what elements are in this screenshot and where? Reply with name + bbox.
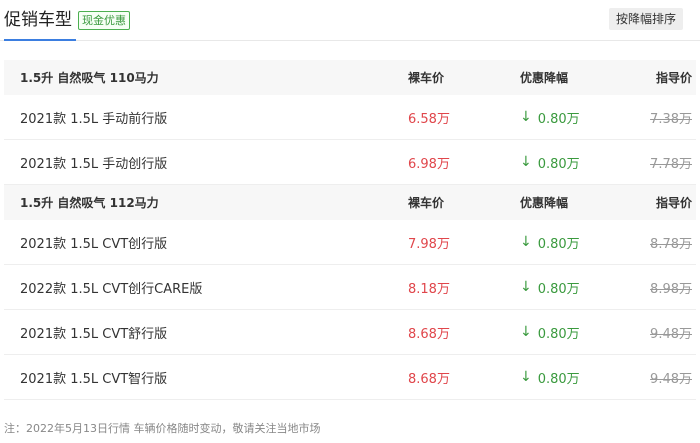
promo-header: 促销车型 现金优惠 按降幅排序: [0, 0, 700, 41]
col-header-price: 裸车价: [408, 71, 445, 85]
model-name: 2021款 1.5L CVT智行版: [20, 371, 168, 387]
discount-value: 0.80万: [537, 111, 580, 127]
tab-title: 促销车型: [4, 10, 72, 30]
discount: ↓ 0.80万: [520, 220, 580, 264]
down-arrow-icon: ↓: [520, 369, 532, 385]
down-arrow-icon: ↓: [520, 324, 532, 340]
discount: ↓ 0.80万: [520, 95, 580, 139]
bare-price: 6.98万: [408, 156, 450, 172]
table-row[interactable]: 2022款 1.5L CVT创行CARE版 8.18万 ↓ 0.80万 8.98万: [4, 265, 696, 310]
guide-price: 8.78万: [650, 236, 692, 252]
model-name: 2021款 1.5L CVT创行版: [20, 236, 168, 252]
down-arrow-icon: ↓: [520, 109, 532, 125]
down-arrow-icon: ↓: [520, 154, 532, 170]
discount: ↓ 0.80万: [520, 355, 580, 399]
bare-price: 7.98万: [408, 236, 450, 252]
discount: ↓ 0.80万: [520, 140, 580, 184]
discount: ↓ 0.80万: [520, 265, 580, 309]
table-row[interactable]: 2021款 1.5L CVT智行版 8.68万 ↓ 0.80万 9.48万: [4, 355, 696, 400]
discount-value: 0.80万: [537, 371, 580, 387]
group-header-112hp: 1.5升 自然吸气 112马力 裸车价 优惠降幅 指导价: [4, 185, 696, 220]
price-footnote: 注：2022年5月13日行情 车辆价格随时变动，敬请关注当地市场: [4, 422, 321, 435]
bare-price: 8.18万: [408, 281, 450, 297]
model-name: 2021款 1.5L 手动前行版: [20, 111, 168, 127]
sort-by-discount-button[interactable]: 按降幅排序: [608, 8, 683, 30]
table-row[interactable]: 2021款 1.5L 手动创行版 6.98万 ↓ 0.80万 7.78万: [4, 140, 696, 185]
model-name: 2021款 1.5L CVT舒行版: [20, 326, 168, 342]
discount-value: 0.80万: [537, 326, 580, 342]
col-header-discount: 优惠降幅: [520, 196, 569, 210]
group-header-110hp: 1.5升 自然吸气 110马力 裸车价 优惠降幅 指导价: [4, 60, 696, 95]
guide-price: 7.78万: [650, 156, 692, 172]
guide-price: 8.98万: [650, 281, 692, 297]
group-title: 1.5升 自然吸气 110马力: [20, 71, 159, 85]
bare-price: 6.58万: [408, 111, 450, 127]
guide-price: 7.38万: [650, 111, 692, 127]
tab-promo-models[interactable]: 促销车型: [4, 7, 76, 41]
promo-table: 1.5升 自然吸气 110马力 裸车价 优惠降幅 指导价 2021款 1.5L …: [4, 60, 696, 400]
col-header-discount: 优惠降幅: [520, 71, 569, 85]
down-arrow-icon: ↓: [520, 279, 532, 295]
table-row[interactable]: 2021款 1.5L 手动前行版 6.58万 ↓ 0.80万 7.38万: [4, 95, 696, 140]
col-header-price: 裸车价: [408, 196, 445, 210]
table-row[interactable]: 2021款 1.5L CVT舒行版 8.68万 ↓ 0.80万 9.48万: [4, 310, 696, 355]
discount-value: 0.80万: [537, 156, 580, 172]
down-arrow-icon: ↓: [520, 234, 532, 250]
group-title: 1.5升 自然吸气 112马力: [20, 196, 159, 210]
cash-discount-badge: 现金优惠: [78, 11, 130, 30]
bare-price: 8.68万: [408, 371, 450, 387]
model-name: 2021款 1.5L 手动创行版: [20, 156, 168, 172]
bare-price: 8.68万: [408, 326, 450, 342]
discount-value: 0.80万: [537, 281, 580, 297]
table-row[interactable]: 2021款 1.5L CVT创行版 7.98万 ↓ 0.80万 8.78万: [4, 220, 696, 265]
col-header-guide-price: 指导价: [655, 196, 692, 210]
guide-price: 9.48万: [650, 371, 692, 387]
discount-value: 0.80万: [537, 236, 580, 252]
guide-price: 9.48万: [650, 326, 692, 342]
col-header-guide-price: 指导价: [655, 71, 692, 85]
discount: ↓ 0.80万: [520, 310, 580, 354]
model-name: 2022款 1.5L CVT创行CARE版: [20, 281, 203, 297]
